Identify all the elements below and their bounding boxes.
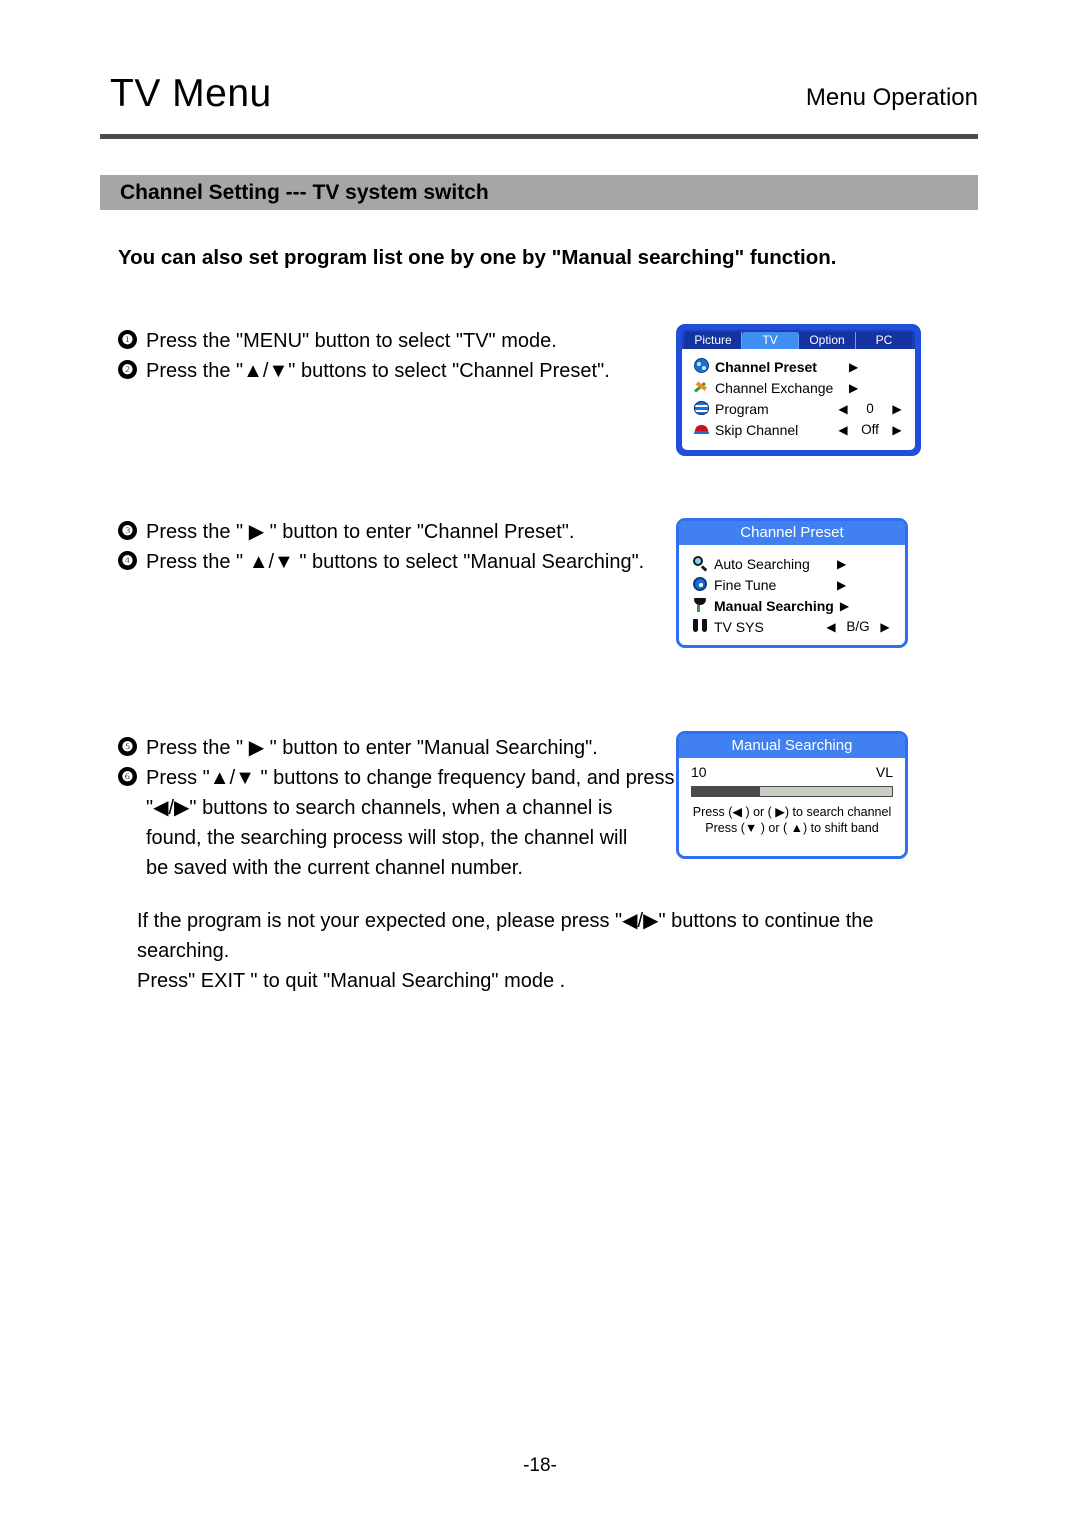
menu-row-value: Off <box>861 422 879 437</box>
step-item: ❸ Press the " ▶ " button to enter "Chann… <box>118 517 678 547</box>
menu-row-skip-channel[interactable]: Skip Channel ◀ Off ▶ <box>690 419 907 440</box>
menu-row-value: 0 <box>866 401 874 416</box>
step-text-6-line2: "◀/▶" buttons to search channels, when a… <box>146 797 613 819</box>
channel-exchange-icon <box>690 380 712 396</box>
osd-tv-menu-body: Channel Preset ▶ Channel Exchange ▶ Prog… <box>682 349 915 450</box>
manual-page: TV Menu Menu Operation Channel Setting -… <box>0 0 1080 1527</box>
step-number-1: ❶ <box>118 330 137 349</box>
hint-line-1: Press (◀ ) or ( ▶) to search channel <box>692 805 892 819</box>
step-text-6: Press "▲/▼ " buttons to change frequency… <box>146 767 675 789</box>
right-arrow-icon[interactable]: ▶ <box>887 402 907 416</box>
menu-row-label: TV SYS <box>714 618 764 635</box>
menu-row-channel-exchange[interactable]: Channel Exchange ▶ <box>690 377 907 398</box>
page-section-label: Menu Operation <box>805 84 978 111</box>
menu-row-program[interactable]: Program ◀ 0 ▶ <box>690 398 907 419</box>
osd-tabstrip: Picture TV Option PC <box>682 330 915 349</box>
step-text-1: Press the "MENU" button to select "TV" m… <box>146 330 557 352</box>
step-number-3: ❸ <box>118 521 137 540</box>
menu-row-manual-searching[interactable]: Manual Searching ▶ <box>689 595 895 616</box>
page-header: TV Menu Menu Operation <box>100 72 978 134</box>
step-item: ❻ Press "▲/▼ " buttons to change frequen… <box>118 763 698 883</box>
menu-row-label: Program <box>715 400 769 417</box>
menu-row-tv-sys[interactable]: TV SYS ◀ B/G ▶ <box>689 616 895 637</box>
menu-row-value: B/G <box>846 619 870 634</box>
auto-searching-icon <box>689 555 711 572</box>
tab-option[interactable]: Option <box>799 332 856 349</box>
closing-line-1: If the program is not your expected one,… <box>137 910 874 932</box>
menu-row-label: Auto Searching <box>714 555 810 572</box>
tv-sys-icon <box>689 619 711 634</box>
channel-number: 10 <box>691 764 707 780</box>
osd-channel-preset: Channel Preset Auto Searching ▶ Fine Tun… <box>676 518 908 648</box>
menu-row-auto-searching[interactable]: Auto Searching ▶ <box>689 553 895 574</box>
osd-manual-searching: Manual Searching 10 VL Press (◀ ) or ( ▶… <box>676 731 908 859</box>
manual-searching-readout: 10 VL <box>679 758 905 780</box>
closing-line-3: Press" EXIT " to quit "Manual Searching"… <box>137 970 566 992</box>
step-item: ❷ Press the "▲/▼" buttons to select "Cha… <box>118 356 678 386</box>
closing-paragraph: If the program is not your expected one,… <box>137 906 937 996</box>
right-arrow-icon[interactable]: ▶ <box>834 599 895 613</box>
search-progress-fill <box>692 787 760 796</box>
step-block-3: ❺ Press the " ▶ " button to enter "Manua… <box>118 733 698 883</box>
search-progress-bar[interactable] <box>691 786 893 797</box>
menu-row-label: Manual Searching <box>714 597 834 614</box>
tab-picture[interactable]: Picture <box>685 332 742 349</box>
step-number-6: ❻ <box>118 767 137 786</box>
tab-pc[interactable]: PC <box>856 332 912 349</box>
osd-manual-searching-caption: Manual Searching <box>679 734 905 758</box>
right-arrow-icon[interactable]: ▶ <box>843 381 907 395</box>
channel-preset-icon <box>690 358 712 375</box>
program-icon <box>690 400 712 417</box>
menu-row-label: Fine Tune <box>714 576 777 593</box>
manual-searching-hints: Press (◀ ) or ( ▶) to search channel Pre… <box>679 804 905 836</box>
skip-channel-icon <box>690 423 712 436</box>
step-text-2: Press the "▲/▼" buttons to select "Chann… <box>146 360 610 382</box>
step-text-6-line4: be saved with the current channel number… <box>146 857 523 879</box>
page-number: -18- <box>523 1455 557 1476</box>
tab-tv[interactable]: TV <box>742 332 799 349</box>
step-block-2: ❸ Press the " ▶ " button to enter "Chann… <box>118 517 678 577</box>
right-arrow-icon[interactable]: ▶ <box>831 578 895 592</box>
menu-row-label: Channel Preset <box>715 358 817 375</box>
step-item: ❶ Press the "MENU" button to select "TV"… <box>118 326 678 356</box>
osd-tv-menu: Picture TV Option PC Channel Preset ▶ Ch… <box>676 324 921 456</box>
lead-paragraph: You can also set program list one by one… <box>118 246 837 269</box>
step-item: ❺ Press the " ▶ " button to enter "Manua… <box>118 733 698 763</box>
closing-line-2: searching. <box>137 940 230 962</box>
section-title-bar: Channel Setting --- TV system switch <box>100 175 978 210</box>
manual-searching-icon <box>689 597 711 614</box>
band-label: VL <box>875 764 893 780</box>
left-arrow-icon[interactable]: ◀ <box>821 620 841 634</box>
hint-line-2: Press (▼ ) or ( ▲) to shift band <box>705 821 879 835</box>
step-number-4: ❹ <box>118 551 137 570</box>
osd-channel-preset-body: Auto Searching ▶ Fine Tune ▶ Manual Sear… <box>679 545 905 637</box>
step-text-5: Press the " ▶ " button to enter "Manual … <box>146 737 598 759</box>
section-title: Channel Setting --- TV system switch <box>120 181 489 204</box>
right-arrow-icon[interactable]: ▶ <box>875 620 895 634</box>
step-block-1: ❶ Press the "MENU" button to select "TV"… <box>118 326 678 386</box>
step-text-3: Press the " ▶ " button to enter "Channel… <box>146 521 575 543</box>
page-footer: -18- <box>0 1455 1080 1477</box>
menu-row-fine-tune[interactable]: Fine Tune ▶ <box>689 574 895 595</box>
left-arrow-icon[interactable]: ◀ <box>833 402 853 416</box>
step-text-6-line3: found, the searching process will stop, … <box>146 827 628 849</box>
menu-row-label: Skip Channel <box>715 421 799 438</box>
step-text-4: Press the " ▲/▼ " buttons to select "Man… <box>146 551 645 573</box>
fine-tune-icon <box>689 576 711 593</box>
osd-channel-preset-caption: Channel Preset <box>679 521 905 545</box>
page-title: TV Menu <box>110 72 272 115</box>
step-number-2: ❷ <box>118 360 137 379</box>
menu-row-channel-preset[interactable]: Channel Preset ▶ <box>690 356 907 377</box>
right-arrow-icon[interactable]: ▶ <box>831 557 895 571</box>
right-arrow-icon[interactable]: ▶ <box>843 360 907 374</box>
step-number-5: ❺ <box>118 737 137 756</box>
menu-row-label: Channel Exchange <box>715 379 834 396</box>
left-arrow-icon[interactable]: ◀ <box>833 423 853 437</box>
step-item: ❹ Press the " ▲/▼ " buttons to select "M… <box>118 547 678 577</box>
header-divider <box>100 134 978 139</box>
right-arrow-icon[interactable]: ▶ <box>887 423 907 437</box>
